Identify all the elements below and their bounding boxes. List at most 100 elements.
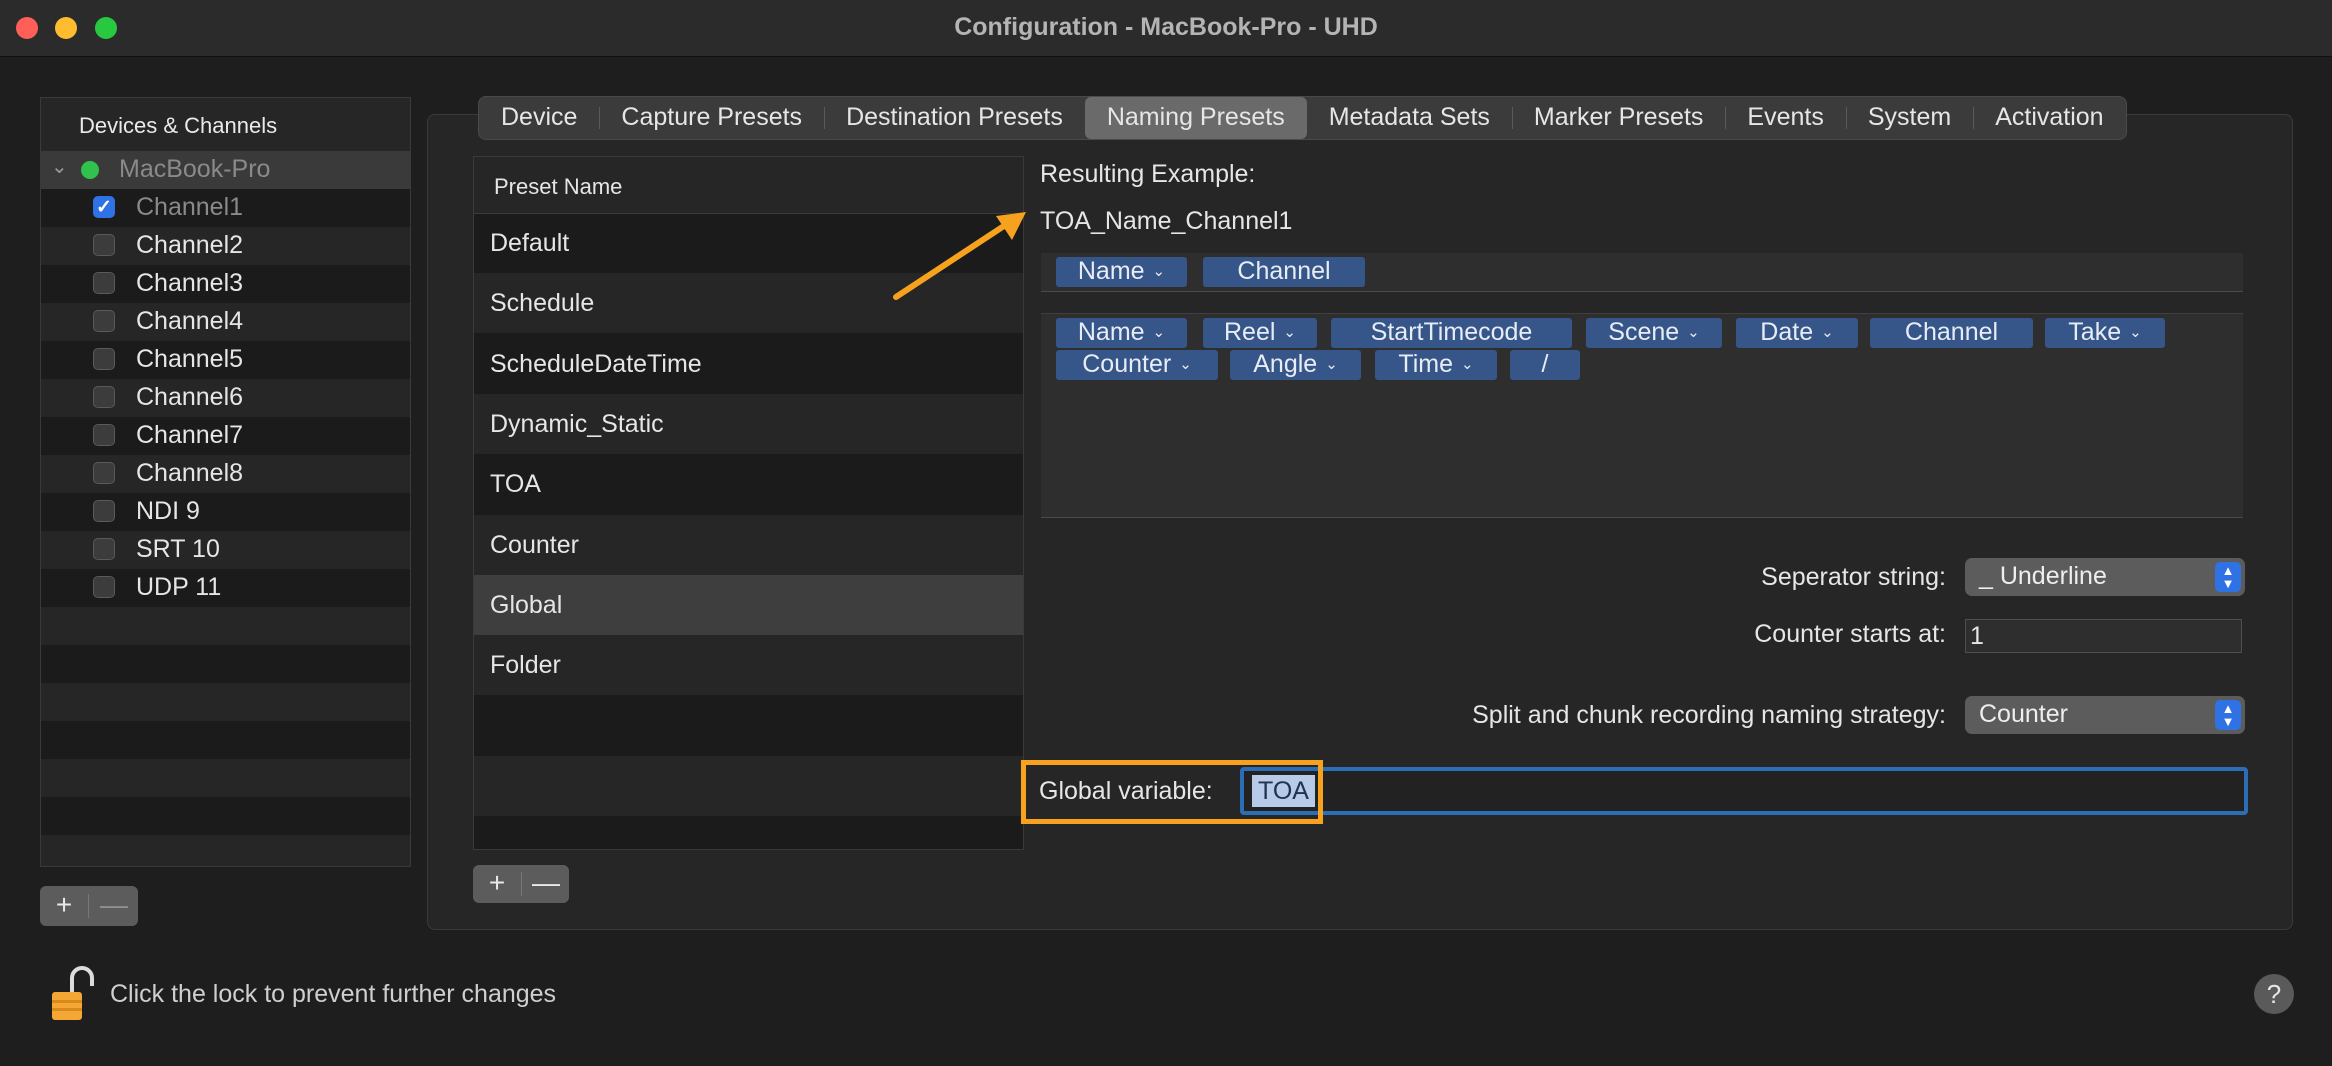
annotation-arrow-icon	[893, 212, 1026, 300]
channel-row[interactable]: Channel2	[41, 227, 410, 265]
preset-row[interactable]: TOA	[474, 454, 1023, 514]
chevron-down-icon: ⌄	[1152, 263, 1166, 280]
remove-channel-button[interactable]: —	[90, 886, 138, 926]
preset-name: Schedule	[490, 289, 595, 317]
tab-device[interactable]: Device	[479, 97, 599, 139]
tab-metadata-sets[interactable]: Metadata Sets	[1307, 97, 1512, 139]
tab-system[interactable]: System	[1845, 97, 1973, 139]
preset-name: Folder	[490, 651, 561, 679]
empty-row	[41, 721, 410, 759]
token-counter[interactable]: Counter ⌄	[1056, 350, 1218, 380]
global-variable-field[interactable]: TOA	[1240, 767, 2248, 815]
divider	[88, 894, 89, 918]
chevron-down-icon: ⌄	[1152, 324, 1166, 341]
chevron-down-icon: ⌄	[1461, 356, 1474, 373]
channel-row[interactable]: Channel3	[41, 265, 410, 303]
unlocked-lock-icon[interactable]	[48, 964, 94, 1024]
tab-naming-presets[interactable]: Naming Presets	[1084, 97, 1307, 139]
selected-token-channel[interactable]: Channel	[1203, 257, 1365, 287]
device-name: MacBook-Pro	[119, 155, 271, 183]
resulting-example-value: TOA_Name_Channel1	[1040, 207, 1293, 235]
channel-checkbox[interactable]	[93, 272, 115, 294]
separator-string-value: _ Underline	[1979, 562, 2107, 590]
separator-string-label: Seperator string:	[1761, 563, 1946, 591]
channel-label: Channel5	[136, 345, 244, 373]
channel-label: Channel6	[136, 383, 244, 411]
disclosure-chevron-icon[interactable]: ⌄	[51, 154, 68, 179]
help-button[interactable]: ?	[2254, 974, 2294, 1014]
preset-row[interactable]: Counter	[474, 515, 1023, 575]
empty-row	[474, 695, 1023, 755]
separator-string-popup[interactable]: _ Underline ▲ ▼	[1965, 558, 2245, 596]
split-strategy-popup[interactable]: Counter ▲ ▼	[1965, 696, 2245, 734]
preset-row[interactable]: Dynamic_Static	[474, 394, 1023, 454]
channel-checkbox[interactable]	[93, 424, 115, 446]
channel-row[interactable]: Channel4	[41, 303, 410, 341]
channel-checkbox[interactable]: ✓	[93, 196, 115, 218]
token-reel[interactable]: Reel ⌄	[1203, 318, 1317, 348]
token-channel[interactable]: Channel	[1870, 318, 2033, 348]
channel-checkbox[interactable]	[93, 500, 115, 522]
empty-row	[474, 816, 1023, 849]
add-preset-button[interactable]: +	[473, 865, 521, 903]
token-time[interactable]: Time ⌄	[1375, 350, 1497, 380]
channel-checkbox[interactable]	[93, 348, 115, 370]
popup-stepper-icon: ▲ ▼	[2215, 562, 2241, 592]
token-date[interactable]: Date ⌄	[1736, 318, 1858, 348]
channel-checkbox[interactable]	[93, 386, 115, 408]
channel-checkbox[interactable]	[93, 538, 115, 560]
channel-label: Channel1	[136, 193, 244, 221]
empty-row	[41, 835, 410, 866]
channel-checkbox[interactable]	[93, 576, 115, 598]
preset-row[interactable]: Folder	[474, 635, 1023, 695]
split-strategy-label: Split and chunk recording naming strateg…	[1472, 701, 1946, 729]
channel-checkbox[interactable]	[93, 462, 115, 484]
channel-row[interactable]: NDI 9	[41, 493, 410, 531]
preset-row[interactable]: Global	[474, 575, 1023, 635]
preset-name: TOA	[490, 470, 541, 498]
channel-label: Channel2	[136, 231, 244, 259]
tab-destination-presets[interactable]: Destination Presets	[824, 97, 1085, 139]
selected-token-name[interactable]: Name ⌄	[1056, 257, 1187, 287]
tab-events[interactable]: Events	[1725, 97, 1845, 139]
add-channel-button[interactable]: +	[40, 886, 88, 926]
channel-row[interactable]: ✓ Channel1	[41, 189, 410, 227]
channel-row[interactable]: Channel5	[41, 341, 410, 379]
channel-row[interactable]: Channel7	[41, 417, 410, 455]
token-name[interactable]: Name ⌄	[1056, 318, 1187, 348]
channel-row[interactable]: UDP 11	[41, 569, 410, 607]
preset-name: Dynamic_Static	[490, 410, 664, 438]
device-status-icon	[81, 161, 99, 179]
channel-row[interactable]: SRT 10	[41, 531, 410, 569]
selected-tokens-well[interactable]: Name ⌄ Channel	[1041, 253, 2243, 292]
preset-name-header-label: Preset Name	[494, 174, 623, 199]
token-starttimecode[interactable]: StartTimecode	[1331, 318, 1572, 348]
preset-row[interactable]: ScheduleDateTime	[474, 334, 1023, 394]
tab-activation[interactable]: Activation	[1973, 97, 2125, 139]
token-scene[interactable]: Scene ⌄	[1586, 318, 1722, 348]
channel-row[interactable]: Channel8	[41, 455, 410, 493]
token-slash[interactable]: /	[1510, 350, 1580, 380]
tab-marker-presets[interactable]: Marker Presets	[1511, 97, 1725, 139]
channel-row[interactable]: Channel6	[41, 379, 410, 417]
device-row[interactable]: ⌄ MacBook-Pro	[41, 151, 410, 189]
remove-preset-button[interactable]: —	[522, 865, 570, 903]
devices-channels-list: Devices & Channels ⌄ MacBook-Pro ✓ Channe…	[40, 97, 411, 867]
empty-row	[41, 797, 410, 835]
channel-label: UDP 11	[136, 573, 222, 601]
chevron-down-icon: ⌄	[2129, 324, 2142, 341]
resulting-example-label: Resulting Example:	[1040, 160, 1256, 188]
token-take[interactable]: Take ⌄	[2045, 318, 2165, 348]
counter-starts-label: Counter starts at:	[1754, 620, 1946, 648]
channel-label: NDI 9	[136, 497, 200, 525]
devices-channels-header[interactable]: Devices & Channels	[41, 98, 410, 152]
channel-label: SRT 10	[136, 535, 220, 563]
chevron-down-icon: ⌄	[1179, 356, 1192, 373]
chevron-down-icon: ⌄	[1687, 324, 1700, 341]
channel-checkbox[interactable]	[93, 310, 115, 332]
tab-capture-presets[interactable]: Capture Presets	[599, 97, 824, 139]
token-angle[interactable]: Angle ⌄	[1230, 350, 1361, 380]
counter-starts-field[interactable]: 1	[1965, 619, 2242, 653]
channel-checkbox[interactable]	[93, 234, 115, 256]
preset-name: Default	[490, 229, 570, 257]
